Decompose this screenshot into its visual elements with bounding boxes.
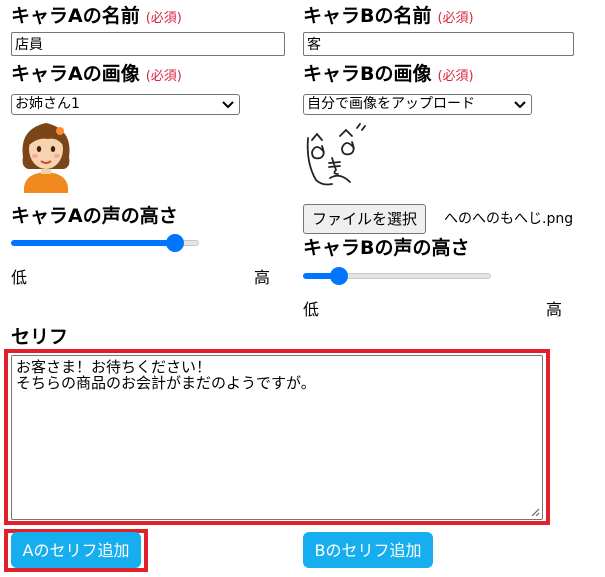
slider-fill bbox=[11, 240, 175, 246]
chara-b-image-label-text: キャラBの画像 bbox=[303, 63, 432, 85]
add-b-serif-button[interactable]: Bのセリフ追加 bbox=[303, 532, 433, 568]
chara-a-avatar bbox=[22, 123, 70, 193]
serif-textarea[interactable] bbox=[11, 355, 543, 520]
chara-a-voice-slider[interactable] bbox=[11, 233, 199, 253]
chara-b-high-label: 高 bbox=[546, 300, 563, 319]
chara-a-name-label: キャラAの名前 (必須) bbox=[11, 5, 182, 30]
slider-thumb[interactable] bbox=[329, 267, 348, 285]
chara-a-voice-label: キャラAの声の高さ bbox=[11, 205, 178, 227]
chara-b-voice-label: キャラBの声の高さ bbox=[303, 237, 470, 259]
chevron-down-icon bbox=[222, 101, 234, 109]
chara-b-image-select[interactable]: 自分で画像をアップロード bbox=[303, 94, 532, 115]
serif-label: セリフ bbox=[11, 326, 69, 348]
chara-b-name-label: キャラBの名前 (必須) bbox=[303, 5, 474, 30]
add-a-serif-button[interactable]: Aのセリフ追加 bbox=[11, 532, 141, 568]
slider-thumb[interactable] bbox=[165, 234, 184, 252]
chara-a-high-label: 高 bbox=[254, 268, 271, 287]
required-badge: (必須) bbox=[145, 69, 182, 84]
chara-b-voice-slider[interactable] bbox=[303, 266, 491, 286]
chara-b-name-label-text: キャラBの名前 bbox=[303, 5, 432, 27]
chara-a-low-label: 低 bbox=[11, 268, 28, 287]
chara-b-avatar bbox=[306, 123, 366, 186]
chara-a-image-label: キャラAの画像 (必須) bbox=[11, 63, 182, 88]
chara-a-name-input[interactable] bbox=[11, 32, 285, 56]
chara-b-name-input[interactable] bbox=[303, 32, 574, 56]
chara-a-name-label-text: キャラAの名前 bbox=[11, 5, 140, 27]
required-badge: (必須) bbox=[437, 11, 474, 26]
selected-file-name: へのへのもへじ.png bbox=[444, 211, 574, 227]
chara-b-image-select-value: 自分で画像をアップロード bbox=[307, 96, 475, 112]
chara-a-image-select[interactable]: お姉さん1 bbox=[11, 94, 240, 115]
required-badge: (必須) bbox=[145, 11, 182, 26]
required-badge: (必須) bbox=[437, 69, 474, 84]
chara-b-low-label: 低 bbox=[303, 300, 320, 319]
chara-a-image-label-text: キャラAの画像 bbox=[11, 63, 140, 85]
chara-b-image-label: キャラBの画像 (必須) bbox=[303, 63, 474, 88]
chara-a-image-select-value: お姉さん1 bbox=[15, 96, 80, 112]
resize-grip-icon[interactable] bbox=[530, 507, 540, 517]
file-select-button[interactable]: ファイルを選択 bbox=[303, 204, 427, 234]
chevron-down-icon bbox=[514, 101, 526, 109]
